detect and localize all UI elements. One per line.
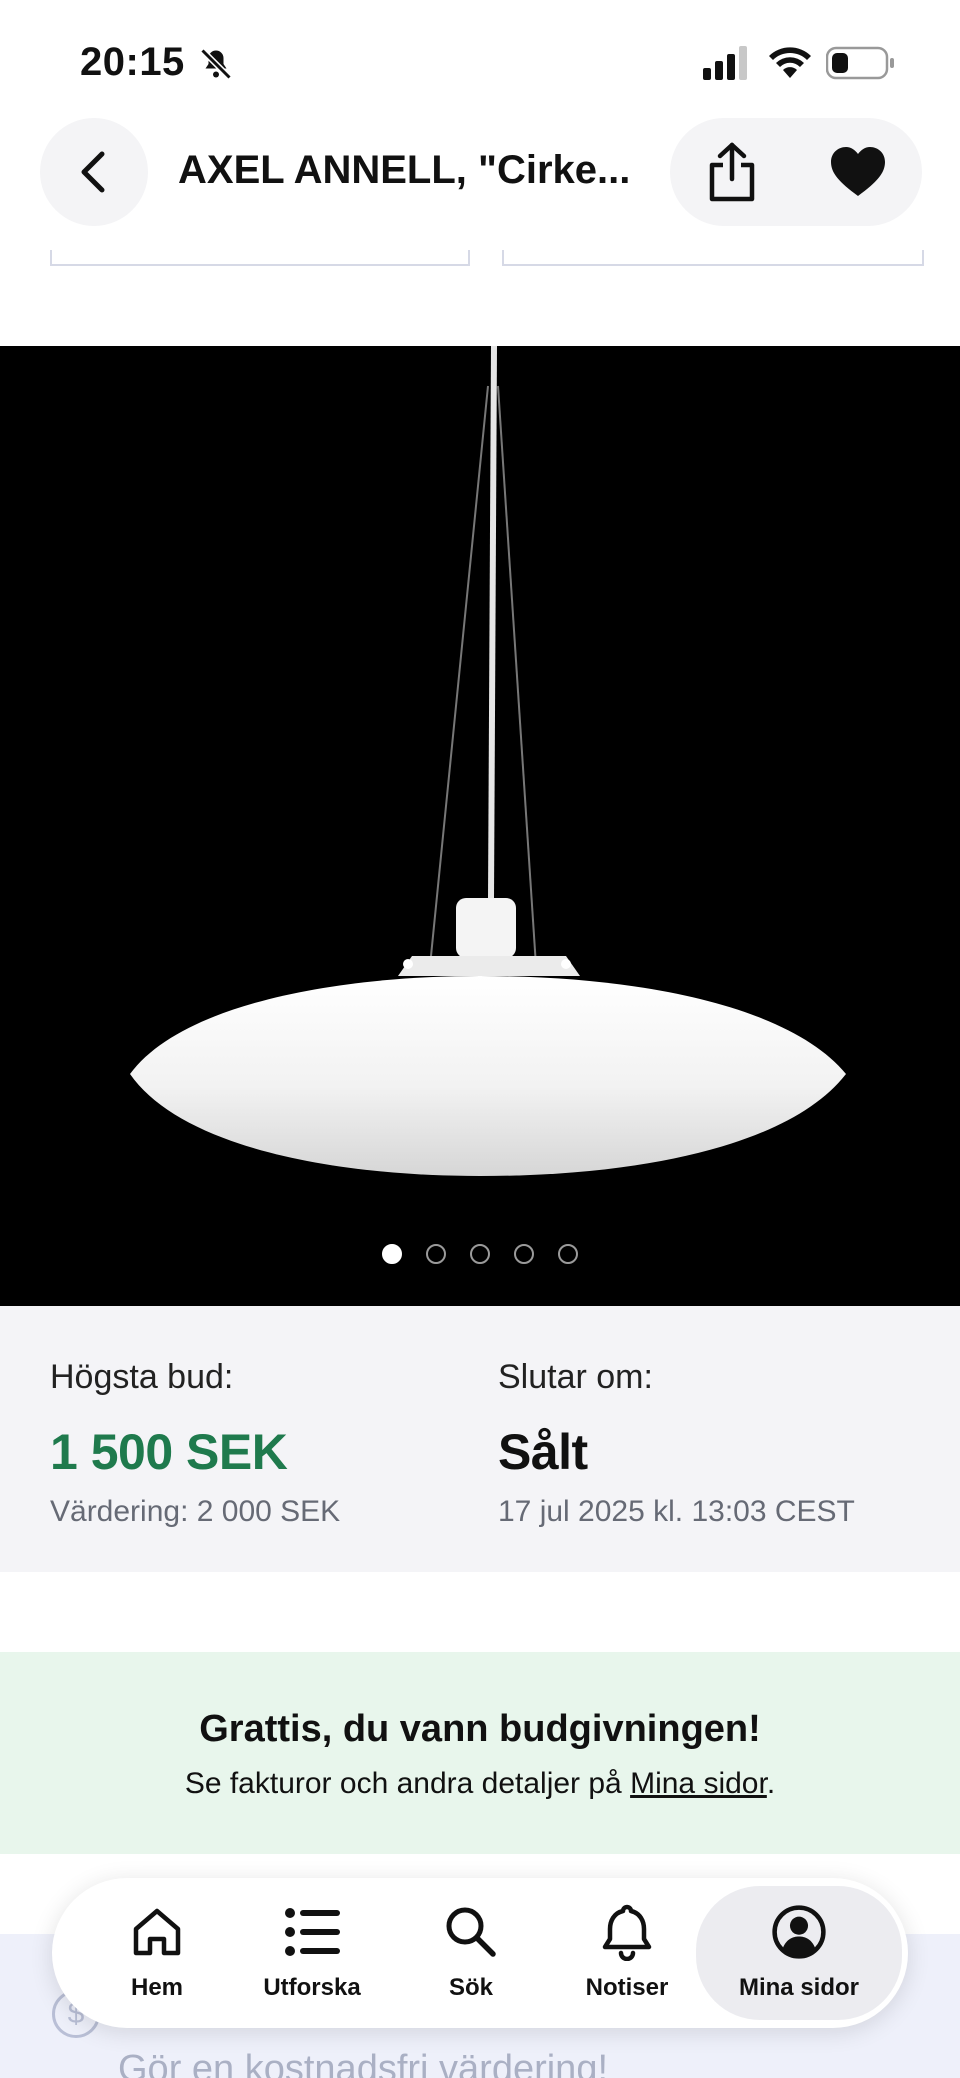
header-actions [670, 118, 922, 226]
winner-title: Grattis, du vann budgivningen! [199, 1708, 761, 1750]
mina-sidor-link[interactable]: Mina sidor [630, 1767, 767, 1800]
highest-bid-value: 1 500 SEK [50, 1424, 288, 1480]
battery-icon [826, 46, 894, 80]
bid-info-panel: Högsta bud: 1 500 SEK Värdering: 2 000 S… [0, 1306, 960, 1572]
tab-explore[interactable]: Utforska [232, 1878, 392, 2028]
back-button[interactable] [40, 118, 148, 226]
navigation-header: AXEL ANNELL, "Cirke... [0, 110, 960, 250]
card-edge [50, 250, 470, 266]
bottom-tab-bar: Hem Utforska Sök Notiser Mina sidor [52, 1878, 908, 2028]
cellular-signal-icon [703, 46, 747, 80]
winner-text-suffix: . [766, 1767, 776, 1800]
sold-status: Sålt [498, 1424, 588, 1480]
card-edge [502, 250, 924, 266]
highest-bid-section: Högsta bud: 1 500 SEK Värdering: 2 000 S… [50, 1358, 340, 1529]
winner-text: Se fakturor och andra detaljer på Mina s… [0, 1767, 960, 1801]
share-button[interactable] [700, 140, 764, 204]
pagination-dot[interactable] [514, 1244, 534, 1264]
tab-label: Hem [130, 1974, 184, 2001]
heart-icon [831, 147, 885, 196]
tab-notifications[interactable]: Notiser [552, 1878, 702, 2028]
end-date: 17 jul 2025 kl. 13:03 CEST [498, 1495, 855, 1528]
pagination-dot[interactable] [470, 1244, 490, 1264]
highest-bid-label: Högsta bud: [50, 1358, 234, 1396]
ends-section: Slutar om: Sålt 17 jul 2025 kl. 13:03 CE… [498, 1358, 855, 1529]
valuation-promo-text[interactable]: Gör en kostnadsfri värdering! [118, 2048, 608, 2078]
favorite-button[interactable] [826, 142, 890, 202]
pagination-dot[interactable] [382, 1244, 402, 1264]
profile-icon [771, 1904, 827, 1960]
tab-home[interactable]: Hem [82, 1878, 232, 2028]
page-title: AXEL ANNELL, "Cirke... [178, 148, 631, 192]
pagination-dot[interactable] [426, 1244, 446, 1264]
status-time: 20:15 [80, 40, 185, 84]
tab-label: Utforska [263, 1974, 361, 2001]
winner-text-prefix: Se fakturor och andra detaljer på [184, 1767, 631, 1800]
status-bar: 20:15 [0, 0, 960, 110]
tab-label: Sök [448, 1974, 493, 2001]
lot-image-gallery[interactable] [0, 345, 960, 1306]
winner-banner: Grattis, du vann budgivningen! Se faktur… [0, 1652, 960, 1854]
bell-off-icon [200, 48, 232, 80]
tab-mina-sidor[interactable]: Mina sidor [696, 1886, 902, 2020]
valuation-text: Värdering: 2 000 SEK [50, 1495, 341, 1528]
tab-label: Mina sidor [738, 1974, 859, 2001]
tab-label: Notiser [585, 1974, 669, 2001]
wifi-icon [769, 47, 811, 78]
bell-icon [599, 1904, 655, 1961]
search-icon [443, 1904, 499, 1960]
ends-label: Slutar om: [498, 1358, 653, 1396]
pagination-dot[interactable] [558, 1244, 578, 1264]
chevron-left-icon [81, 151, 105, 193]
gallery-pagination [0, 1244, 960, 1264]
share-icon [709, 142, 755, 202]
home-icon [129, 1904, 185, 1960]
list-icon [284, 1904, 340, 1960]
tab-search[interactable]: Sök [396, 1878, 546, 2028]
pendant-lamp-image [130, 345, 846, 1176]
